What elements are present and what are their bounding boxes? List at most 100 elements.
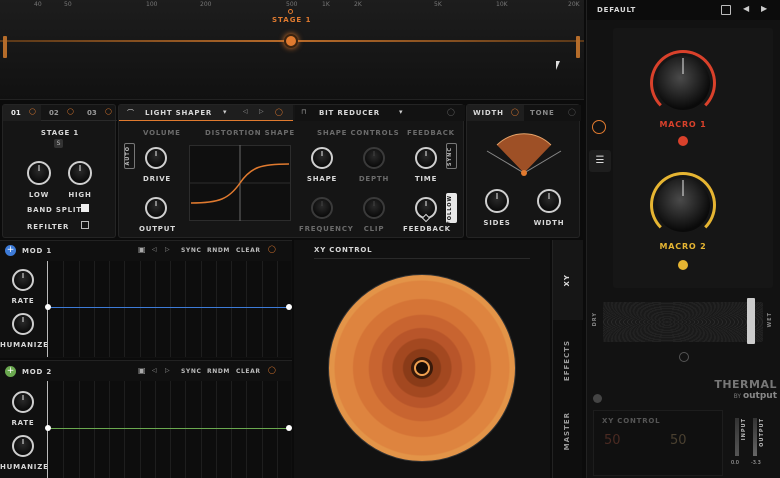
brand-maker: output: [742, 391, 777, 401]
help-icon[interactable]: [593, 394, 602, 403]
macro2-add-icon[interactable]: [678, 260, 688, 270]
power-icon[interactable]: ◯: [275, 108, 283, 116]
mod1-step-grid[interactable]: [47, 261, 291, 357]
auto-toggle[interactable]: AUTO: [124, 143, 135, 169]
next-icon[interactable]: ▷: [259, 108, 264, 115]
power-icon[interactable]: ◯: [268, 245, 276, 253]
mod1-rndm-button[interactable]: RNDM: [207, 247, 230, 254]
stage-tab-01[interactable]: 01 ◯: [3, 105, 41, 121]
macro1-add-icon[interactable]: [678, 136, 688, 146]
time-knob[interactable]: [415, 147, 437, 169]
macro-settings-icon[interactable]: ☰: [589, 150, 611, 172]
grid-line: [170, 381, 171, 478]
refilter-checkbox[interactable]: [81, 221, 89, 229]
xy-title: XY CONTROL: [314, 246, 373, 254]
dropdown-arrow-icon[interactable]: ▾: [399, 108, 403, 116]
prev-icon[interactable]: ◁: [152, 367, 157, 374]
tab-master[interactable]: MASTER: [553, 400, 583, 478]
tab-light-shaper[interactable]: ⌒ LIGHT SHAPER ▾ ◁ ▷ ◯: [119, 105, 293, 121]
mod1-clear-button[interactable]: CLEAR: [236, 247, 261, 254]
dry-wet-slider[interactable]: [603, 302, 763, 342]
wet-label: WET: [767, 312, 773, 328]
follow-toggle[interactable]: FOLLOW: [446, 193, 457, 225]
power-icon[interactable]: ◯: [568, 108, 576, 116]
prev-preset-icon[interactable]: ◀: [743, 4, 749, 13]
y-value[interactable]: 50: [670, 433, 687, 448]
output-knob[interactable]: [145, 197, 167, 219]
tab-width[interactable]: WIDTH ◯: [467, 105, 524, 121]
stereo-width-display[interactable]: [477, 131, 571, 179]
mod2-sync-button[interactable]: SYNC: [181, 368, 202, 375]
next-preset-icon[interactable]: ▶: [761, 4, 767, 13]
next-icon[interactable]: ▷: [165, 367, 170, 374]
mod2-step-grid[interactable]: [47, 381, 291, 478]
width-knob[interactable]: [537, 189, 561, 213]
solo-badge[interactable]: S: [54, 139, 63, 148]
shape-knob[interactable]: [311, 147, 333, 169]
low-knob[interactable]: [27, 161, 51, 185]
mod1-rate-knob[interactable]: [12, 269, 34, 291]
mod2-rate-knob[interactable]: [12, 391, 34, 413]
tab-effects[interactable]: EFFECTS: [553, 320, 583, 400]
power-icon[interactable]: ◯: [105, 108, 112, 115]
band-left-handle[interactable]: [3, 36, 7, 58]
stage-handle[interactable]: [284, 34, 298, 48]
next-icon[interactable]: ▷: [165, 246, 170, 253]
x-value[interactable]: 50: [604, 433, 621, 448]
stage-tab-03[interactable]: 03 ◯: [79, 105, 117, 121]
depth-knob[interactable]: [363, 147, 385, 169]
mod1-humanize-label: HUMANIZE: [0, 341, 49, 349]
preset-name[interactable]: DEFAULT: [597, 6, 636, 14]
xy-title-underline: [314, 258, 530, 259]
sides-knob[interactable]: [485, 189, 509, 213]
mod1-sync-button[interactable]: SYNC: [181, 247, 202, 254]
grid-line: [215, 261, 217, 357]
power-icon[interactable]: ◯: [268, 366, 276, 374]
mod1-humanize-knob[interactable]: [12, 313, 34, 335]
power-icon[interactable]: ◯: [447, 108, 455, 116]
tab-bit-reducer[interactable]: ⊓ BIT REDUCER ▾ ◯: [295, 105, 465, 121]
prev-icon[interactable]: ◁: [152, 246, 157, 253]
mod2-end-point[interactable]: [286, 425, 292, 431]
dropdown-arrow-icon[interactable]: ▾: [223, 108, 227, 116]
xy-puck[interactable]: [414, 360, 430, 376]
mod1-add-icon[interactable]: +: [5, 245, 16, 256]
mod2-start-point[interactable]: [45, 425, 51, 431]
mod2-add-icon[interactable]: +: [5, 366, 16, 377]
mod2-rndm-button[interactable]: RNDM: [207, 368, 230, 375]
lock-icon[interactable]: [679, 352, 689, 362]
freq-label: 20K: [568, 1, 580, 8]
tab-master-label: MASTER: [563, 412, 571, 451]
stage-tab-label: 03: [87, 109, 97, 117]
sync-toggle[interactable]: SYNC: [446, 143, 457, 169]
macro-power-icon[interactable]: [592, 120, 606, 134]
tab-tone[interactable]: TONE ◯: [524, 105, 581, 121]
frequency-knob[interactable]: [311, 197, 333, 219]
save-icon[interactable]: ▣: [138, 366, 146, 375]
macro2-knob[interactable]: [656, 178, 710, 232]
save-preset-icon[interactable]: [721, 5, 731, 15]
spectrum-display[interactable]: 40 50 100 200 500 1K 2K 5K 10K 20K STAGE 1: [0, 0, 584, 100]
power-icon[interactable]: ◯: [67, 108, 74, 115]
distortion-curve[interactable]: [189, 145, 291, 221]
mod2-clear-button[interactable]: CLEAR: [236, 368, 261, 375]
power-icon[interactable]: ◯: [511, 108, 519, 116]
band-split-checkbox[interactable]: [81, 204, 89, 212]
effect-panel: ⌒ LIGHT SHAPER ▾ ◁ ▷ ◯ ⊓ BIT REDUCER ▾ ◯…: [118, 104, 465, 238]
tab-xy[interactable]: XY: [553, 240, 583, 320]
high-knob[interactable]: [68, 161, 92, 185]
mod2-humanize-knob[interactable]: [12, 435, 34, 457]
power-icon[interactable]: ◯: [29, 108, 36, 115]
mod1-end-point[interactable]: [286, 304, 292, 310]
prev-icon[interactable]: ◁: [243, 108, 248, 115]
mod1-start-point[interactable]: [45, 304, 51, 310]
mod2-title: MOD 2: [22, 368, 53, 376]
clip-knob[interactable]: [363, 197, 385, 219]
dry-wet-handle[interactable]: [747, 298, 755, 344]
save-icon[interactable]: ▣: [138, 245, 146, 254]
stage-tab-02[interactable]: 02 ◯: [41, 105, 79, 121]
band-right-handle[interactable]: [576, 36, 580, 58]
drive-knob[interactable]: [145, 147, 167, 169]
macro1-knob[interactable]: [656, 56, 710, 110]
dry-label: DRY: [592, 312, 598, 327]
